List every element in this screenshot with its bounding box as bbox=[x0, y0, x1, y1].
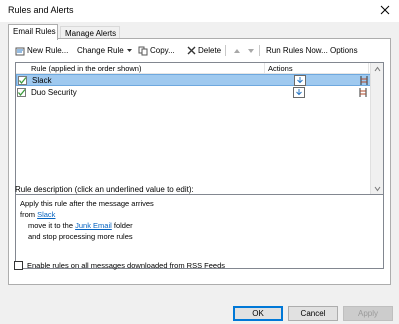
column-divider bbox=[264, 63, 265, 73]
delete-icon bbox=[187, 46, 196, 55]
toolbar-separator bbox=[225, 45, 226, 56]
rss-rules-label: Enable rules on all messages downloaded … bbox=[27, 260, 226, 270]
column-header-rule[interactable]: Rule (applied in the order shown) bbox=[31, 64, 141, 73]
cancel-button[interactable]: Cancel bbox=[288, 306, 338, 321]
column-header-actions[interactable]: Actions bbox=[268, 64, 293, 73]
copy-icon bbox=[138, 46, 148, 55]
dialog-body: Email Rules Manage Alerts New Rule... Ch… bbox=[0, 22, 399, 324]
arrow-up-icon bbox=[234, 48, 240, 53]
rule-enabled-checkbox[interactable] bbox=[18, 76, 27, 85]
description-line: from Slack bbox=[20, 210, 56, 219]
tab-email-rules[interactable]: Email Rules bbox=[8, 24, 58, 40]
toolbar-separator bbox=[259, 45, 260, 56]
email-rules-panel: New Rule... Change Rule Copy... Delete R… bbox=[8, 38, 391, 285]
rule-row-slack[interactable]: Slack bbox=[16, 74, 371, 86]
title-bar: Rules and Alerts bbox=[0, 0, 399, 22]
run-rules-now-button[interactable]: Run Rules Now... bbox=[266, 44, 328, 57]
scroll-down-arrow-icon[interactable] bbox=[374, 186, 381, 192]
rules-list: Rule (applied in the order shown) Action… bbox=[15, 62, 384, 196]
rss-rules-option[interactable]: Enable rules on all messages downloaded … bbox=[14, 260, 225, 270]
rss-rules-checkbox[interactable] bbox=[14, 260, 23, 270]
rule-enabled-checkbox[interactable] bbox=[17, 88, 26, 97]
apply-button[interactable]: Apply bbox=[343, 306, 393, 321]
stop-processing-icon bbox=[359, 88, 367, 97]
window-title: Rules and Alerts bbox=[8, 5, 74, 15]
description-line: Apply this rule after the message arrive… bbox=[20, 199, 154, 208]
rules-toolbar: New Rule... Change Rule Copy... Delete R… bbox=[15, 44, 385, 58]
move-to-folder-icon bbox=[294, 75, 306, 86]
check-icon bbox=[17, 89, 26, 97]
close-icon[interactable] bbox=[377, 2, 393, 18]
sender-link[interactable]: Slack bbox=[37, 210, 55, 219]
folder-link[interactable]: Junk Email bbox=[75, 221, 112, 230]
stop-processing-icon bbox=[360, 76, 368, 85]
options-button[interactable]: Options bbox=[330, 44, 358, 57]
rule-description-box: Apply this rule after the message arrive… bbox=[15, 194, 384, 269]
delete-rule-button[interactable]: Delete bbox=[187, 44, 221, 57]
move-up-button[interactable] bbox=[233, 44, 243, 57]
move-to-folder-icon bbox=[293, 87, 305, 98]
change-rule-button[interactable]: Change Rule bbox=[77, 44, 135, 57]
rules-scrollbar[interactable] bbox=[370, 63, 383, 195]
rule-name: Duo Security bbox=[31, 88, 77, 97]
arrow-down-icon bbox=[248, 48, 254, 53]
dialog-buttons: OK Cancel Apply bbox=[0, 306, 399, 322]
new-rule-icon bbox=[15, 47, 25, 55]
rule-name: Slack bbox=[32, 76, 52, 85]
move-down-button[interactable] bbox=[247, 44, 257, 57]
rule-description-label: Rule description (click an underlined va… bbox=[15, 185, 194, 194]
ok-button[interactable]: OK bbox=[233, 306, 283, 321]
rule-row-duo-security[interactable]: Duo Security bbox=[16, 87, 371, 99]
column-divider bbox=[368, 63, 369, 73]
chevron-down-icon bbox=[126, 49, 132, 52]
new-rule-button[interactable]: New Rule... bbox=[15, 44, 68, 57]
scroll-up-arrow-icon[interactable] bbox=[374, 66, 381, 72]
copy-rule-button[interactable]: Copy... bbox=[138, 44, 175, 57]
description-line: and stop processing more rules bbox=[28, 232, 133, 241]
rules-header-row: Rule (applied in the order shown) Action… bbox=[16, 63, 371, 74]
description-line: move it to the Junk Email folder bbox=[28, 221, 133, 230]
check-icon bbox=[18, 77, 27, 85]
